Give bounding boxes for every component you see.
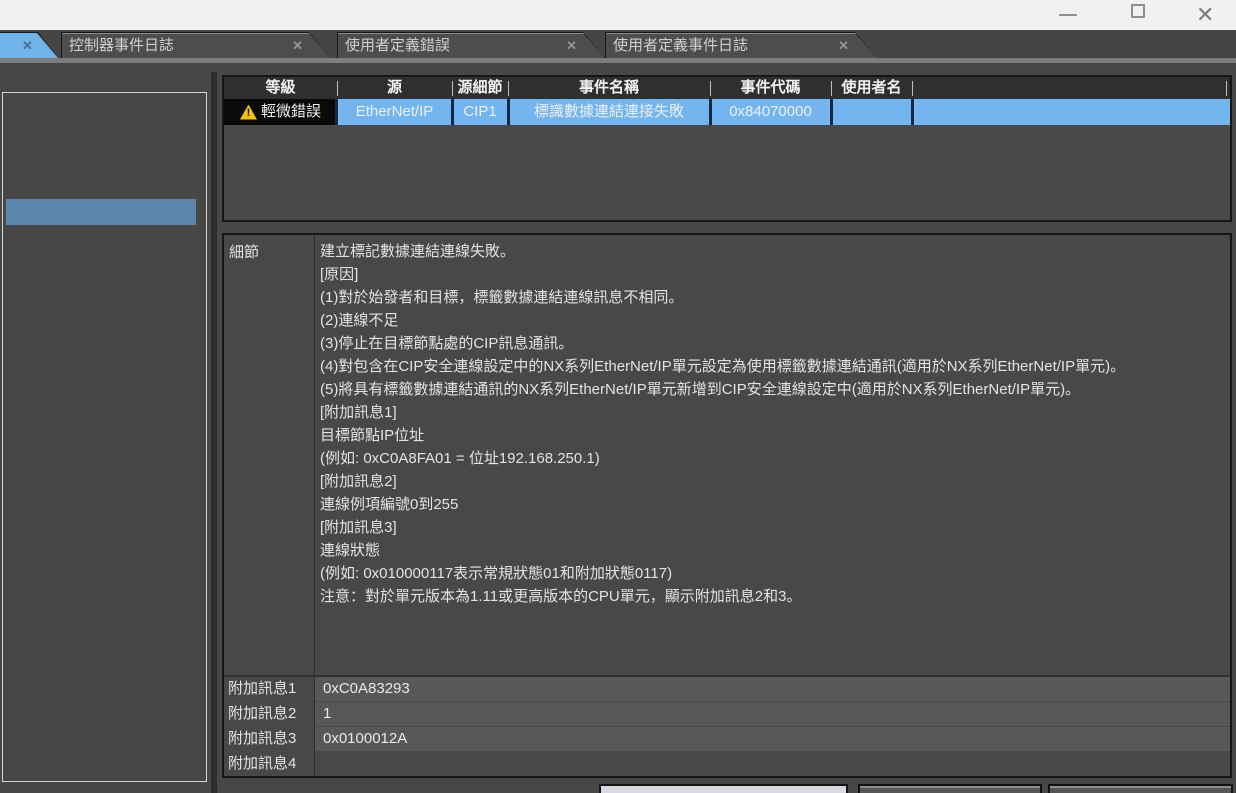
- additional-info-section: 附加訊息1 0xC0A83293 附加訊息2 1 附加訊息3 0x0100012…: [224, 675, 1230, 776]
- tab-label: 使用者定義事件日誌: [613, 33, 748, 58]
- row-separator: [507, 99, 510, 125]
- row-separator: [830, 99, 833, 125]
- tabbar-underline: [0, 58, 1236, 63]
- maximize-button[interactable]: [1119, 0, 1165, 30]
- tab-controller-event-log[interactable]: 控制器事件日誌 ✕: [61, 32, 331, 58]
- tab-label: 使用者定義錯誤: [345, 33, 450, 58]
- event-user-cell: [831, 99, 912, 125]
- close-icon: ✕: [1196, 0, 1214, 30]
- event-extra-cell: [912, 99, 1230, 125]
- app-window: ✕ ✕ 控制器事件日誌 ✕ 使用者定義錯誤 ✕ 使用者定義事件日誌 ✕: [0, 0, 1236, 793]
- tab-close-icon[interactable]: ✕: [838, 33, 849, 58]
- header-separator: [508, 81, 509, 96]
- additional-info-row: 附加訊息2 1: [224, 702, 1230, 726]
- sidebar-selected-item[interactable]: [6, 199, 196, 225]
- column-header-level[interactable]: 等級: [224, 77, 337, 99]
- column-header-source[interactable]: 源: [337, 77, 452, 99]
- splitter-handle[interactable]: [211, 72, 217, 793]
- details-panel: 細節 建立標記數據連結連線失敗。 [原因] (1)對於始發者和目標，標籤數據連結…: [222, 233, 1232, 778]
- sidebar-list-panel: [2, 92, 207, 782]
- warning-icon: !: [240, 105, 257, 120]
- tab-label: 控制器事件日誌: [69, 33, 174, 58]
- bottom-primary-button[interactable]: [599, 784, 848, 793]
- bottom-button-3[interactable]: [1048, 784, 1233, 793]
- event-level-text: 輕微錯誤: [261, 99, 321, 125]
- tab-user-defined-event-log[interactable]: 使用者定義事件日誌 ✕: [605, 32, 877, 58]
- tab-close-icon[interactable]: ✕: [566, 33, 577, 58]
- additional-info-value: 0x0100012A: [315, 727, 1230, 751]
- row-separator: [709, 99, 712, 125]
- event-code-cell: 0x84070000: [710, 99, 831, 125]
- event-level-cell: ! 輕微錯誤: [224, 99, 337, 125]
- row-separator: [911, 99, 914, 125]
- tab-active-partial[interactable]: ✕: [0, 32, 58, 58]
- column-header-event-code[interactable]: 事件代碼: [710, 77, 831, 99]
- additional-info-row: 附加訊息3 0x0100012A: [224, 727, 1230, 751]
- bottom-button-2[interactable]: [858, 784, 1042, 793]
- additional-info-value: 0xC0A83293: [315, 677, 1230, 701]
- column-header-event-name[interactable]: 事件名稱: [508, 77, 710, 99]
- column-header-extra[interactable]: [912, 77, 1230, 99]
- details-label: 細節: [229, 241, 259, 262]
- event-row-selected[interactable]: ! 輕微錯誤 EtherNet/IP CIP1 標識數據連結連接失敗 0x840…: [224, 99, 1230, 125]
- row-separator: [451, 99, 454, 125]
- event-table-header: 等級 源 源細節 事件名稱 事件代碼 使用者名: [224, 77, 1230, 99]
- maximize-icon: [1131, 4, 1145, 18]
- tab-bar: ✕ 控制器事件日誌 ✕ 使用者定義錯誤 ✕ 使用者定義事件日誌 ✕: [0, 30, 1236, 58]
- event-name-cell: 標識數據連結連接失敗: [508, 99, 710, 125]
- header-separator: [1226, 81, 1227, 96]
- tab-close-icon[interactable]: ✕: [292, 33, 303, 58]
- header-separator: [337, 81, 338, 96]
- tab-user-defined-error[interactable]: 使用者定義錯誤 ✕: [337, 32, 605, 58]
- titlebar: ✕: [0, 0, 1236, 30]
- additional-info-label: 附加訊息4: [228, 752, 312, 776]
- header-separator: [912, 81, 913, 96]
- row-separator: [335, 99, 338, 125]
- additional-info-label: 附加訊息3: [228, 727, 312, 751]
- minimize-button[interactable]: [1047, 0, 1093, 30]
- minimize-icon: [1059, 14, 1077, 16]
- details-section: 細節 建立標記數據連結連線失敗。 [原因] (1)對於始發者和目標，標籤數據連結…: [224, 235, 1230, 675]
- additional-info-value: 1: [315, 702, 1230, 726]
- tab-close-icon[interactable]: ✕: [22, 33, 33, 58]
- additional-info-row: 附加訊息1 0xC0A83293: [224, 677, 1230, 701]
- close-button[interactable]: ✕: [1188, 0, 1234, 30]
- header-separator: [710, 81, 711, 96]
- additional-info-label: 附加訊息1: [228, 677, 312, 701]
- event-source-cell: EtherNet/IP: [337, 99, 452, 125]
- additional-info-value: [315, 752, 1230, 776]
- column-header-source-detail[interactable]: 源細節: [452, 77, 508, 99]
- column-header-user-name[interactable]: 使用者名: [831, 77, 912, 99]
- additional-info-row: 附加訊息4: [224, 752, 1230, 776]
- additional-info-label: 附加訊息2: [228, 702, 312, 726]
- event-table: 等級 源 源細節 事件名稱 事件代碼 使用者名 ! 輕微錯誤 EtherNet/…: [222, 75, 1232, 222]
- details-text: 建立標記數據連結連線失敗。 [原因] (1)對於始發者和目標，標籤數據連結連線訊…: [320, 240, 1222, 608]
- header-separator: [452, 81, 453, 96]
- header-separator: [831, 81, 832, 96]
- event-source-detail-cell: CIP1: [452, 99, 508, 125]
